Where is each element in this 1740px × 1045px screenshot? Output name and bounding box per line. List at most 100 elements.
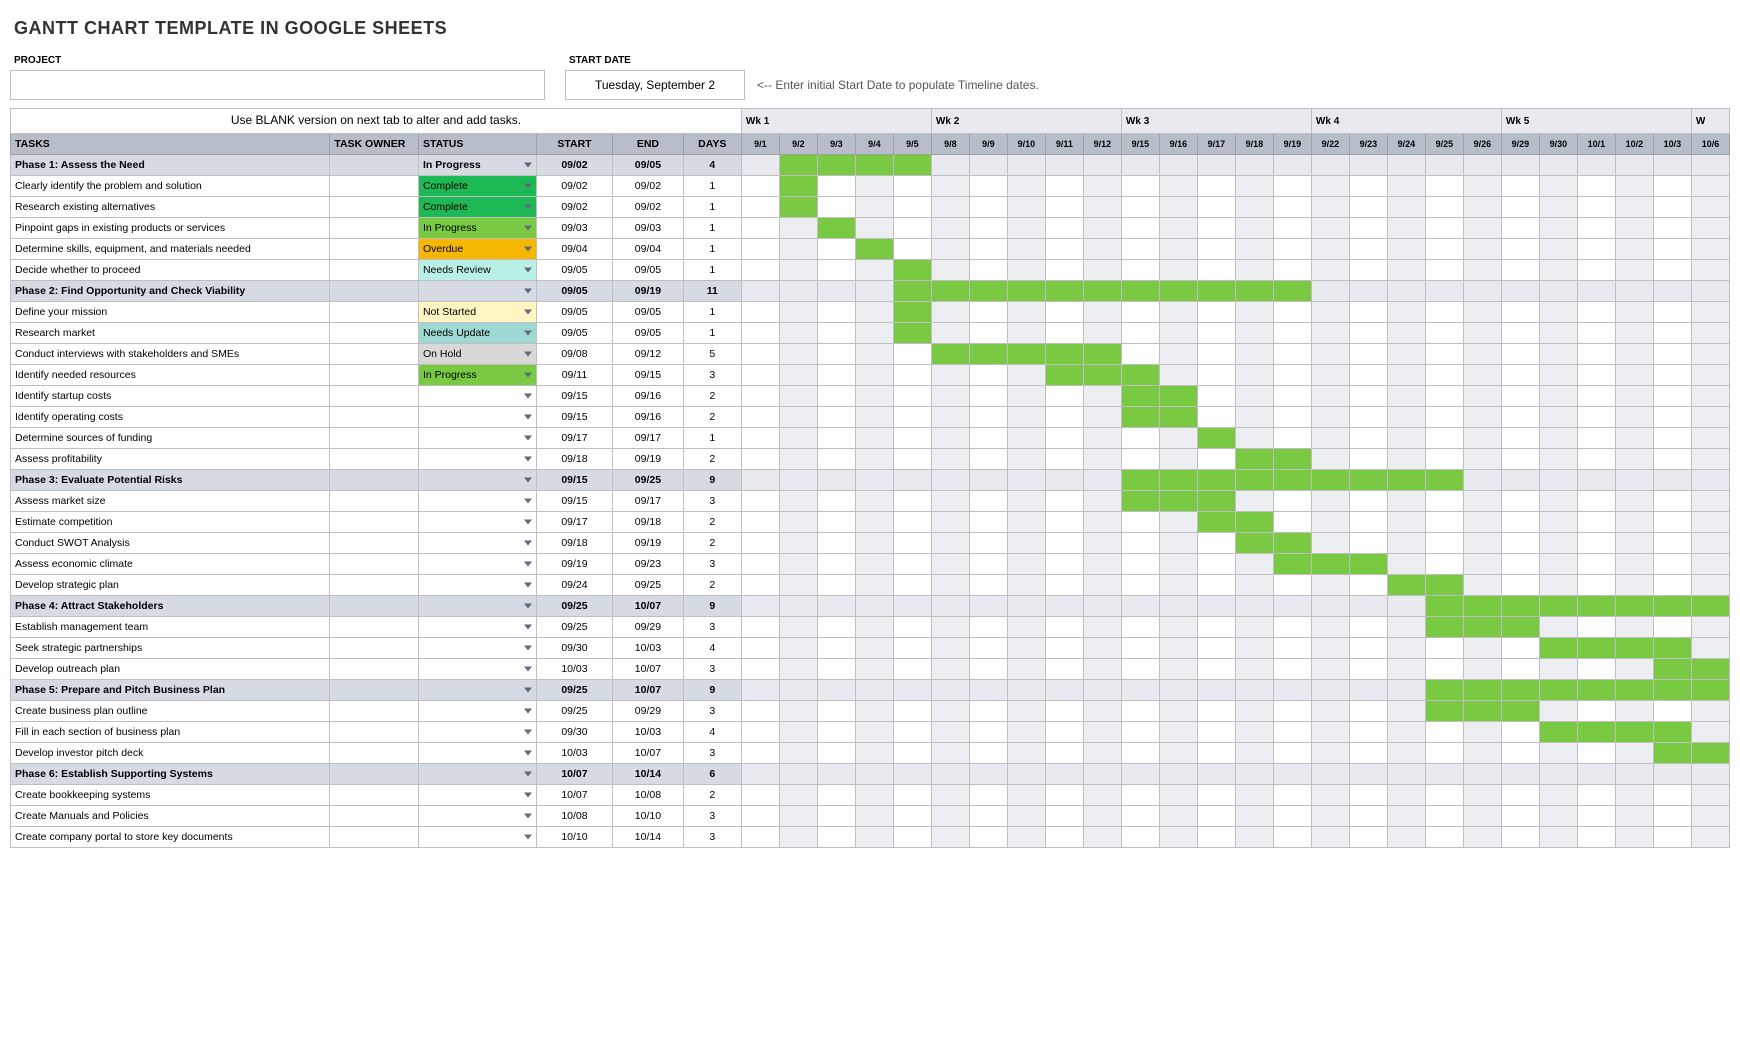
status-dropdown[interactable] (418, 386, 536, 407)
task-owner-cell[interactable] (330, 407, 419, 428)
task-row[interactable]: Identify operating costs09/1509/162 (11, 407, 1730, 428)
start-cell[interactable]: 09/18 (536, 533, 612, 554)
task-owner-cell[interactable] (330, 596, 419, 617)
task-owner-cell[interactable] (330, 239, 419, 260)
task-name[interactable]: Determine skills, equipment, and materia… (11, 239, 330, 260)
task-owner-cell[interactable] (330, 449, 419, 470)
task-owner-cell[interactable] (330, 743, 419, 764)
task-owner-cell[interactable] (330, 260, 419, 281)
task-owner-cell[interactable] (330, 785, 419, 806)
start-cell[interactable]: 10/03 (536, 743, 612, 764)
end-cell[interactable]: 09/19 (613, 281, 683, 302)
task-name[interactable]: Seek strategic partnerships (11, 638, 330, 659)
start-cell[interactable]: 09/18 (536, 449, 612, 470)
status-dropdown[interactable] (418, 785, 536, 806)
status-dropdown[interactable] (418, 407, 536, 428)
task-row[interactable]: Decide whether to proceedNeeds Review09/… (11, 260, 1730, 281)
task-owner-cell[interactable] (330, 344, 419, 365)
task-name[interactable]: Pinpoint gaps in existing products or se… (11, 218, 330, 239)
days-cell[interactable]: 2 (683, 512, 741, 533)
task-name[interactable]: Phase 3: Evaluate Potential Risks (11, 470, 330, 491)
days-cell[interactable]: 3 (683, 491, 741, 512)
end-cell[interactable]: 09/17 (613, 428, 683, 449)
task-name[interactable]: Assess profitability (11, 449, 330, 470)
end-cell[interactable]: 10/14 (613, 764, 683, 785)
phase-row[interactable]: Phase 6: Establish Supporting Systems10/… (11, 764, 1730, 785)
start-cell[interactable]: 09/17 (536, 428, 612, 449)
status-dropdown[interactable] (418, 554, 536, 575)
start-cell[interactable]: 09/03 (536, 218, 612, 239)
start-cell[interactable]: 09/30 (536, 722, 612, 743)
task-row[interactable]: Seek strategic partnerships09/3010/034 (11, 638, 1730, 659)
task-row[interactable]: Conduct SWOT Analysis09/1809/192 (11, 533, 1730, 554)
task-row[interactable]: Determine sources of funding09/1709/171 (11, 428, 1730, 449)
task-owner-cell[interactable] (330, 155, 419, 176)
days-cell[interactable]: 1 (683, 197, 741, 218)
task-owner-cell[interactable] (330, 575, 419, 596)
task-name[interactable]: Conduct interviews with stakeholders and… (11, 344, 330, 365)
task-row[interactable]: Identify needed resourcesIn Progress09/1… (11, 365, 1730, 386)
start-cell[interactable]: 09/05 (536, 281, 612, 302)
task-name[interactable]: Develop outreach plan (11, 659, 330, 680)
task-row[interactable]: Research marketNeeds Update09/0509/051 (11, 323, 1730, 344)
status-dropdown[interactable]: Overdue (418, 239, 536, 260)
end-cell[interactable]: 10/14 (613, 827, 683, 848)
task-row[interactable]: Establish management team 09/2509/293 (11, 617, 1730, 638)
status-dropdown[interactable] (418, 449, 536, 470)
task-name[interactable]: Research market (11, 323, 330, 344)
status-dropdown[interactable] (418, 617, 536, 638)
start-cell[interactable]: 09/17 (536, 512, 612, 533)
end-cell[interactable]: 09/02 (613, 176, 683, 197)
phase-row[interactable]: Phase 2: Find Opportunity and Check Viab… (11, 281, 1730, 302)
start-cell[interactable]: 09/30 (536, 638, 612, 659)
task-row[interactable]: Research existing alternativesComplete09… (11, 197, 1730, 218)
task-row[interactable]: Pinpoint gaps in existing products or se… (11, 218, 1730, 239)
task-row[interactable]: Assess market size09/1509/173 (11, 491, 1730, 512)
end-cell[interactable]: 09/25 (613, 470, 683, 491)
task-name[interactable]: Create business plan outline (11, 701, 330, 722)
phase-row[interactable]: Phase 4: Attract Stakeholders09/2510/079 (11, 596, 1730, 617)
start-cell[interactable]: 09/25 (536, 617, 612, 638)
days-cell[interactable]: 5 (683, 344, 741, 365)
start-cell[interactable]: 09/02 (536, 197, 612, 218)
start-cell[interactable]: 09/25 (536, 596, 612, 617)
task-name[interactable]: Determine sources of funding (11, 428, 330, 449)
status-dropdown[interactable] (418, 638, 536, 659)
days-cell[interactable]: 3 (683, 827, 741, 848)
task-row[interactable]: Develop investor pitch deck10/0310/073 (11, 743, 1730, 764)
end-cell[interactable]: 10/07 (613, 680, 683, 701)
task-owner-cell[interactable] (330, 323, 419, 344)
status-dropdown[interactable] (418, 680, 536, 701)
days-cell[interactable]: 1 (683, 323, 741, 344)
task-owner-cell[interactable] (330, 806, 419, 827)
status-dropdown[interactable]: Needs Update (418, 323, 536, 344)
task-name[interactable]: Establish management team (11, 617, 330, 638)
task-name[interactable]: Conduct SWOT Analysis (11, 533, 330, 554)
status-dropdown[interactable] (418, 722, 536, 743)
start-cell[interactable]: 09/08 (536, 344, 612, 365)
status-dropdown[interactable]: In Progress (418, 365, 536, 386)
days-cell[interactable]: 9 (683, 596, 741, 617)
days-cell[interactable]: 3 (683, 365, 741, 386)
task-row[interactable]: Create Manuals and Policies10/0810/103 (11, 806, 1730, 827)
days-cell[interactable]: 2 (683, 386, 741, 407)
end-cell[interactable]: 09/29 (613, 617, 683, 638)
task-owner-cell[interactable] (330, 533, 419, 554)
end-cell[interactable]: 10/03 (613, 638, 683, 659)
task-row[interactable]: Conduct interviews with stakeholders and… (11, 344, 1730, 365)
task-row[interactable]: Assess economic climate09/1909/233 (11, 554, 1730, 575)
task-row[interactable]: Create bookkeeping systems10/0710/082 (11, 785, 1730, 806)
days-cell[interactable]: 3 (683, 743, 741, 764)
days-cell[interactable]: 1 (683, 239, 741, 260)
start-cell[interactable]: 09/05 (536, 260, 612, 281)
start-cell[interactable]: 10/03 (536, 659, 612, 680)
task-owner-cell[interactable] (330, 512, 419, 533)
status-dropdown[interactable] (418, 428, 536, 449)
days-cell[interactable]: 9 (683, 470, 741, 491)
start-cell[interactable]: 10/07 (536, 785, 612, 806)
task-name[interactable]: Research existing alternatives (11, 197, 330, 218)
days-cell[interactable]: 3 (683, 617, 741, 638)
task-owner-cell[interactable] (330, 638, 419, 659)
task-row[interactable]: Develop outreach plan10/0310/073 (11, 659, 1730, 680)
task-owner-cell[interactable] (330, 302, 419, 323)
